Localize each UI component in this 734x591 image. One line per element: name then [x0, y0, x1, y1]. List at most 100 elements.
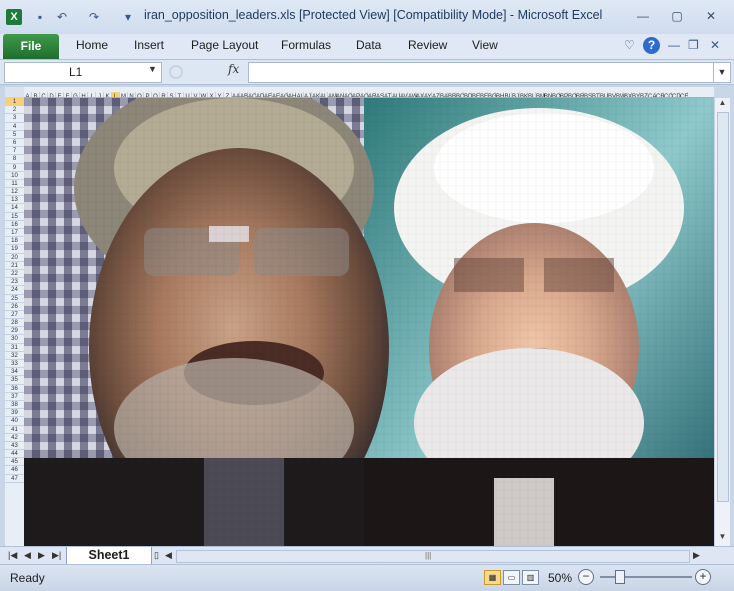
row-header[interactable]: 43 — [5, 442, 24, 451]
title-bar: X ▪ ↶ ↷ ▾ iran_opposition_leaders.xls [P… — [0, 0, 734, 34]
row-header[interactable]: 21 — [5, 262, 24, 270]
row-header[interactable]: 12 — [5, 188, 24, 197]
first-sheet-icon[interactable]: |◀ — [8, 550, 17, 561]
next-sheet-icon[interactable]: ▶ — [38, 550, 45, 561]
window-close-icon[interactable]: ✕ — [710, 38, 720, 52]
prev-sheet-icon[interactable]: ◀ — [24, 550, 31, 561]
tab-formulas[interactable]: Formulas — [281, 38, 331, 52]
zoom-slider-track[interactable] — [600, 576, 692, 578]
close-icon[interactable]: ✕ — [698, 7, 724, 25]
row-header[interactable]: 20 — [5, 254, 24, 262]
row-header[interactable]: 35 — [5, 376, 24, 385]
row-header[interactable]: 16 — [5, 221, 24, 229]
row-header[interactable]: 34 — [5, 368, 24, 377]
tab-page-layout[interactable]: Page Layout — [191, 38, 258, 52]
row-header[interactable]: 1 — [5, 98, 24, 107]
row-header[interactable]: 46 — [5, 466, 24, 475]
row-header[interactable]: 7 — [5, 147, 24, 156]
row-header[interactable]: 28 — [5, 319, 24, 328]
row-header[interactable]: 37 — [5, 393, 24, 401]
vertical-scroll-thumb[interactable] — [717, 112, 729, 502]
row-headers: 1 2 3 4 5 6 7 8 9 10 11 12 13 14 15 16 17 18 19 20 21 22 23 24 2… — [5, 98, 25, 546]
tab-review[interactable]: Review — [408, 38, 447, 52]
row-header[interactable]: 17 — [5, 229, 24, 238]
help-icon[interactable]: ? — [643, 37, 660, 54]
scroll-up-icon[interactable]: ▲ — [715, 98, 730, 107]
row-header[interactable]: 30 — [5, 335, 24, 344]
zoom-level[interactable]: 50% — [548, 571, 572, 585]
row-header[interactable]: 19 — [5, 245, 24, 254]
row-header[interactable]: 42 — [5, 434, 24, 442]
row-header[interactable]: 9 — [5, 164, 24, 172]
zoom-slider-thumb[interactable] — [615, 570, 625, 584]
row-header[interactable]: 15 — [5, 213, 24, 221]
tab-home[interactable]: Home — [76, 38, 108, 52]
row-header[interactable]: 45 — [5, 458, 24, 467]
window-restore-icon[interactable]: ❐ — [688, 38, 699, 52]
scroll-down-icon[interactable]: ▼ — [715, 532, 730, 541]
page-break-view-icon[interactable]: ▥ — [522, 570, 539, 585]
name-box[interactable]: L1 — [4, 62, 162, 83]
row-header[interactable]: 47 — [5, 475, 24, 483]
customize-qat-icon[interactable]: ▾ — [120, 9, 136, 25]
row-header[interactable]: 31 — [5, 344, 24, 352]
row-header[interactable]: 26 — [5, 303, 24, 311]
maximize-icon[interactable]: ▢ — [664, 7, 690, 25]
row-header[interactable]: 18 — [5, 237, 24, 246]
row-header[interactable]: 25 — [5, 295, 24, 303]
row-header[interactable]: 8 — [5, 155, 24, 164]
scroll-right-icon[interactable]: ▶ — [693, 550, 700, 561]
row-header[interactable]: 5 — [5, 131, 24, 139]
row-header[interactable]: 39 — [5, 409, 24, 418]
row-header[interactable]: 40 — [5, 417, 24, 426]
zoom-in-icon[interactable]: + — [695, 569, 711, 585]
scroll-left-icon[interactable]: ◀ — [165, 550, 172, 561]
last-sheet-icon[interactable]: ▶| — [52, 550, 61, 561]
row-header[interactable]: 33 — [5, 360, 24, 369]
vertical-scrollbar[interactable]: ▲ ▼ — [714, 98, 730, 546]
row-header[interactable]: 32 — [5, 352, 24, 360]
window-minimize-icon[interactable]: — — [668, 38, 680, 52]
pixel-art-cells[interactable] — [24, 98, 714, 546]
minimize-ribbon-icon[interactable]: ♡ — [624, 38, 635, 52]
sheet-tab-sheet1[interactable]: Sheet1 — [66, 547, 152, 565]
row-header[interactable]: 11 — [5, 180, 24, 189]
row-header[interactable]: 24 — [5, 286, 24, 295]
minimize-icon[interactable]: — — [630, 7, 656, 25]
formula-input[interactable] — [248, 62, 714, 83]
chevron-down-icon[interactable]: ▼ — [148, 64, 157, 74]
excel-logo-icon[interactable]: X — [6, 9, 22, 25]
row-header[interactable]: 3 — [5, 114, 24, 123]
save-icon[interactable]: ▪ — [32, 9, 48, 25]
redo-icon[interactable]: ↷ — [86, 9, 102, 25]
row-header[interactable]: 6 — [5, 139, 24, 148]
row-header[interactable]: 4 — [5, 123, 24, 131]
tab-split-handle[interactable]: ▯ — [154, 550, 159, 561]
select-all-corner[interactable] — [5, 87, 25, 97]
cancel-edit-icon — [169, 65, 183, 79]
row-header[interactable]: 41 — [5, 426, 24, 434]
row-header[interactable]: 29 — [5, 327, 24, 336]
tab-view[interactable]: View — [472, 38, 498, 52]
row-header[interactable]: 36 — [5, 385, 24, 393]
row-header[interactable]: 13 — [5, 196, 24, 205]
insert-function-icon[interactable]: fx — [228, 62, 239, 76]
row-header[interactable]: 10 — [5, 172, 24, 180]
normal-view-icon[interactable]: ▦ — [484, 570, 501, 585]
horizontal-scrollbar[interactable]: ||| — [176, 550, 690, 563]
tab-file[interactable]: File — [3, 34, 59, 59]
undo-icon[interactable]: ↶ — [54, 9, 70, 25]
tab-insert[interactable]: Insert — [134, 38, 164, 52]
expand-formula-bar-icon[interactable]: ▼ — [713, 62, 731, 83]
row-header[interactable]: 2 — [5, 106, 24, 115]
tab-data[interactable]: Data — [356, 38, 381, 52]
row-header[interactable]: 27 — [5, 311, 24, 320]
zoom-out-icon[interactable]: − — [578, 569, 594, 585]
formula-bar: L1 ▼ fx ▼ — [0, 60, 734, 85]
row-header[interactable]: 22 — [5, 270, 24, 279]
row-header[interactable]: 44 — [5, 450, 24, 459]
row-header[interactable]: 14 — [5, 204, 24, 213]
page-layout-view-icon[interactable]: ▭ — [503, 570, 520, 585]
row-header[interactable]: 23 — [5, 278, 24, 287]
row-header[interactable]: 38 — [5, 401, 24, 410]
